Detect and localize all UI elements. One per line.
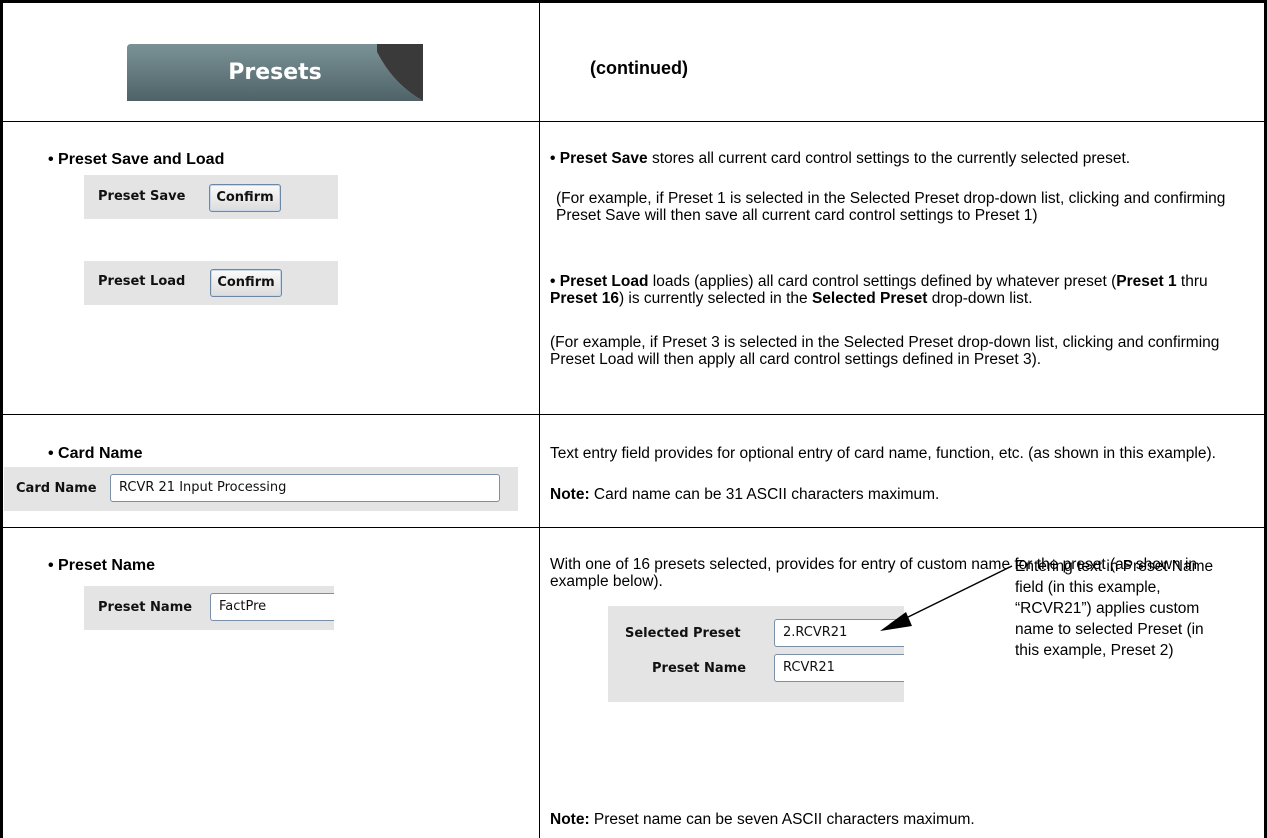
selected-preset-label: Selected Preset xyxy=(625,626,741,641)
preset-load-text-3: ) is currently selected in the xyxy=(618,290,812,307)
example-preset-name-label: Preset Name xyxy=(652,661,747,676)
preset-save-desc: • Preset Save stores all current card co… xyxy=(550,150,1250,167)
card-name-note: Note: Card name can be 31 ASCII characte… xyxy=(550,486,1250,503)
preset-load-desc: • Preset Load loads (applies) all card c… xyxy=(550,273,1250,307)
preset-save-term: • Preset Save xyxy=(550,150,648,167)
continued-heading: (continued) xyxy=(590,58,688,78)
preset-name-label: Preset Name xyxy=(98,600,193,615)
card-name-note-text: Card name can be 31 ASCII characters max… xyxy=(589,486,940,503)
card-name-label: Card Name xyxy=(16,481,97,496)
card-name-note-label: Note: xyxy=(550,486,590,503)
tab-title: Presets xyxy=(228,60,322,85)
preset-name-note: Note: Preset name can be seven ASCII cha… xyxy=(550,811,1250,828)
preset-load-text-4: drop-down list. xyxy=(927,290,1033,307)
callout-text: Entering text in Preset Name field (in t… xyxy=(1015,558,1214,659)
preset-save-label: Preset Save xyxy=(98,189,186,204)
preset-name-heading: • Preset Name xyxy=(48,557,155,574)
preset-load-text-2: thru xyxy=(1176,273,1208,290)
card-name-heading: • Card Name xyxy=(48,445,143,462)
table-left-border xyxy=(0,0,3,838)
card-name-input[interactable]: RCVR 21 Input Processing xyxy=(110,474,500,502)
preset-load-example-text: (For example, if Preset 3 is selected in… xyxy=(550,334,1220,368)
row-divider-2 xyxy=(0,414,1267,415)
preset-save-text: stores all current card control settings… xyxy=(647,150,1131,167)
preset-name-note-text: Preset name can be seven ASCII character… xyxy=(589,811,975,828)
row-divider-3 xyxy=(0,527,1267,528)
preset-name-input[interactable]: FactPre xyxy=(210,593,334,621)
preset-16-term: Preset 16 xyxy=(550,290,619,307)
presets-tab[interactable]: Presets xyxy=(127,44,423,101)
preset-save-example: (For example, if Preset 1 is selected in… xyxy=(556,190,1256,224)
preset-save-example-text: (For example, if Preset 1 is selected in… xyxy=(556,190,1226,224)
preset-save-load-heading: • Preset Save and Load xyxy=(48,151,225,168)
preset-load-example: (For example, if Preset 3 is selected in… xyxy=(550,334,1250,368)
preset-load-text-1: loads (applies) all card control setting… xyxy=(648,273,1117,290)
card-name-desc-text: Text entry field provides for optional e… xyxy=(550,445,1216,462)
preset-1-term: Preset 1 xyxy=(1116,273,1177,290)
preset-load-term: • Preset Load xyxy=(550,273,649,290)
row-divider-1 xyxy=(0,121,1267,122)
preset-load-label: Preset Load xyxy=(98,274,186,289)
callout-arrow xyxy=(880,565,1013,631)
table-top-border xyxy=(0,0,1267,3)
example-preset-name-input[interactable]: RCVR21 xyxy=(774,654,904,682)
column-divider xyxy=(539,0,540,838)
table-frame xyxy=(0,0,1267,838)
preset-save-confirm-button[interactable]: Confirm xyxy=(209,184,281,212)
card-name-desc: Text entry field provides for optional e… xyxy=(550,445,1250,462)
preset-name-note-label: Note: xyxy=(550,811,590,828)
preset-load-confirm-button[interactable]: Confirm xyxy=(210,269,282,297)
selected-preset-term: Selected Preset xyxy=(811,290,928,307)
